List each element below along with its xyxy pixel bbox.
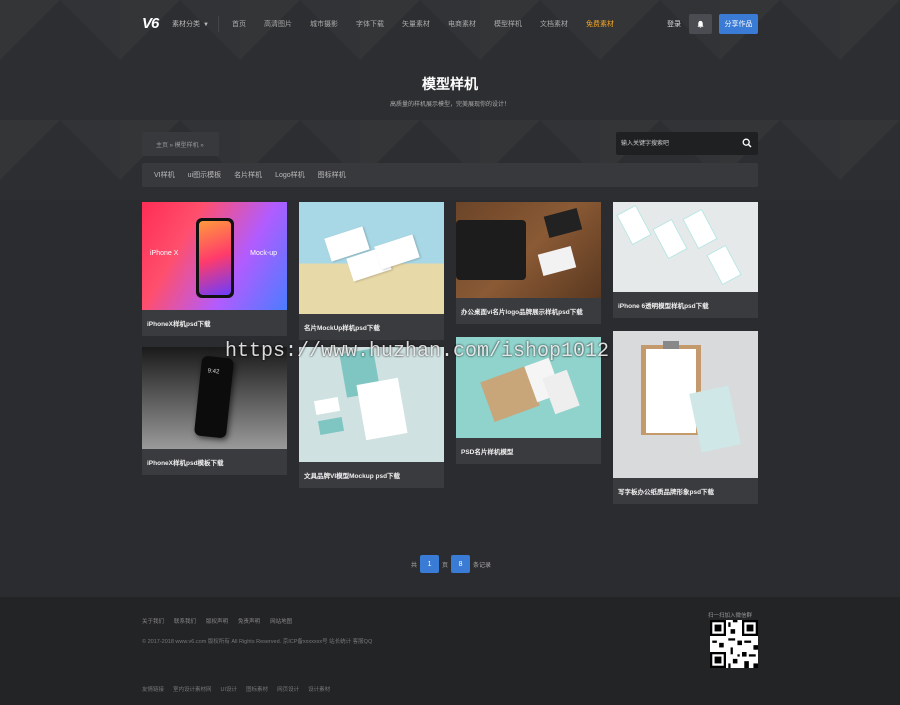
tab-icon-mockup[interactable]: 图标样机 bbox=[318, 170, 346, 180]
footer-link-contact[interactable]: 联系我们 bbox=[174, 617, 196, 625]
friend-links: 友情链接 室内设计素材网 UI设计 图标素材 网页设计 设计素材 bbox=[142, 685, 339, 693]
pager-prefix: 共 bbox=[411, 562, 418, 569]
page-title: 模型样机 bbox=[422, 76, 478, 92]
thumbnail-image bbox=[299, 347, 444, 462]
friend-link[interactable]: 网页设计 bbox=[277, 685, 299, 693]
card-caption: iPhoneX样机psd下载 bbox=[147, 321, 211, 328]
copyright-text: © 2017-2018 www.v6.com 版权所有 All Rights R… bbox=[142, 639, 373, 645]
list-item[interactable]: iPhone X Mock-up iPhoneX样机psd下载 bbox=[142, 202, 287, 336]
nav-item-docs[interactable]: 文档素材 bbox=[540, 19, 568, 29]
card-caption: PSD名片样机模型 bbox=[461, 449, 514, 456]
list-item[interactable]: iPhone 6透明模型样机psd下载 bbox=[613, 202, 758, 318]
thumbnail-image: 9:42 bbox=[142, 347, 287, 449]
tab-card-mockup[interactable]: 名片样机 bbox=[234, 170, 262, 180]
friend-link[interactable]: UI设计 bbox=[221, 685, 238, 693]
page-current[interactable]: 1 bbox=[420, 555, 440, 573]
search-input[interactable] bbox=[621, 137, 736, 150]
search-icon[interactable] bbox=[742, 138, 752, 148]
nav-item-vector[interactable]: 矢量素材 bbox=[402, 19, 430, 29]
pager-suffix: 条记录 bbox=[473, 562, 492, 569]
site-logo[interactable]: V6 bbox=[142, 15, 159, 32]
list-item[interactable]: 写字板办公纸质品牌形象psd下载 bbox=[613, 331, 758, 504]
card-caption: 名片MockUp样机psd下载 bbox=[304, 325, 380, 332]
notification-button[interactable] bbox=[689, 14, 712, 34]
publish-button[interactable]: 分享作品 bbox=[719, 14, 758, 34]
footer-link-sitemap[interactable]: 网站地图 bbox=[270, 617, 292, 625]
footer-links: 关于我们 联系我们 版权声明 免责声明 网站地图 bbox=[142, 617, 302, 625]
footer-link-disclaimer[interactable]: 免责声明 bbox=[238, 617, 260, 625]
card-caption: 办公桌面vi名片logo品牌展示样机psd下载 bbox=[461, 309, 583, 316]
divider bbox=[218, 16, 219, 32]
subcategory-tabs: VI样机 ui图示模板 名片样机 Logo样机 图标样机 bbox=[142, 163, 758, 187]
search-box bbox=[616, 132, 758, 155]
card-caption: 文具品牌VI模型Mockup psd下载 bbox=[304, 473, 401, 480]
nav-item-free[interactable]: 免费素材 bbox=[586, 19, 614, 29]
qr-code-icon bbox=[710, 620, 758, 668]
thumbnail-text-right: Mock-up bbox=[250, 250, 277, 257]
category-dropdown[interactable]: 素材分类 ▼ bbox=[172, 19, 209, 29]
nav-item-city[interactable]: 城市摄影 bbox=[310, 19, 338, 29]
site-footer: 关于我们 联系我们 版权声明 免责声明 网站地图 © 2017-2018 www… bbox=[0, 597, 900, 705]
card-caption: iPhoneX样机psd模板下载 bbox=[147, 460, 224, 467]
nav-item-fonts[interactable]: 字体下载 bbox=[356, 19, 384, 29]
page-total[interactable]: 8 bbox=[451, 555, 471, 573]
thumbnail-image bbox=[613, 202, 758, 292]
tab-logo-mockup[interactable]: Logo样机 bbox=[275, 170, 305, 180]
tab-vi-mockup[interactable]: VI样机 bbox=[154, 170, 175, 180]
pager-mid: 页 bbox=[442, 562, 449, 569]
nav-item-photos[interactable]: 高清图片 bbox=[264, 19, 292, 29]
list-item[interactable]: 文具品牌VI模型Mockup psd下载 bbox=[299, 347, 444, 488]
friend-links-label: 友情链接 bbox=[142, 687, 165, 693]
thumbnail-image bbox=[456, 202, 601, 298]
top-header: V6 素材分类 ▼ 首页 高清图片 城市摄影 字体下载 矢量素材 电商素材 模型样… bbox=[142, 12, 758, 36]
category-label: 素材分类 bbox=[172, 21, 200, 28]
tab-ui-template[interactable]: ui图示模板 bbox=[188, 170, 221, 180]
login-link[interactable]: 登录 bbox=[667, 19, 681, 29]
phone-clock: 9:42 bbox=[207, 368, 220, 376]
thumbnail-image bbox=[613, 331, 758, 478]
list-item[interactable]: 9:42 iPhoneX样机psd模板下载 bbox=[142, 347, 287, 475]
list-item[interactable]: 名片MockUp样机psd下载 bbox=[299, 202, 444, 340]
friend-link[interactable]: 设计素材 bbox=[308, 685, 330, 693]
pagination: 共 1 页 8 条记录 bbox=[411, 555, 491, 573]
breadcrumb[interactable]: 主页 » 模型样机 » bbox=[142, 132, 219, 156]
list-item[interactable]: PSD名片样机模型 bbox=[456, 337, 601, 464]
bell-icon bbox=[697, 20, 704, 28]
footer-link-copyright[interactable]: 版权声明 bbox=[206, 617, 228, 625]
friend-link[interactable]: 室内设计素材网 bbox=[173, 685, 212, 693]
thumbnail-image bbox=[299, 202, 444, 314]
caret-down-icon: ▼ bbox=[203, 22, 209, 28]
nav-item-mockups[interactable]: 模型样机 bbox=[494, 19, 522, 29]
card-caption: 写字板办公纸质品牌形象psd下载 bbox=[618, 489, 715, 496]
friend-link[interactable]: 图标素材 bbox=[246, 685, 268, 693]
nav-item-ecommerce[interactable]: 电商素材 bbox=[448, 19, 476, 29]
page-subtitle: 高质量的样机展示模型，完美展现你的设计！ bbox=[389, 102, 510, 108]
thumbnail-image: iPhone X Mock-up bbox=[142, 202, 287, 310]
phone-shape bbox=[196, 218, 234, 298]
nav-item-home[interactable]: 首页 bbox=[232, 19, 246, 29]
thumbnail-image bbox=[456, 337, 601, 438]
list-item[interactable]: 办公桌面vi名片logo品牌展示样机psd下载 bbox=[456, 202, 601, 324]
main-nav: 首页 高清图片 城市摄影 字体下载 矢量素材 电商素材 模型样机 文档素材 免费… bbox=[232, 19, 632, 29]
thumbnail-text-left: iPhone X bbox=[150, 250, 179, 257]
card-caption: iPhone 6透明模型样机psd下载 bbox=[618, 303, 709, 310]
footer-link-about[interactable]: 关于我们 bbox=[142, 617, 164, 625]
qr-label: 扫一扫加入微信群 bbox=[708, 613, 753, 619]
